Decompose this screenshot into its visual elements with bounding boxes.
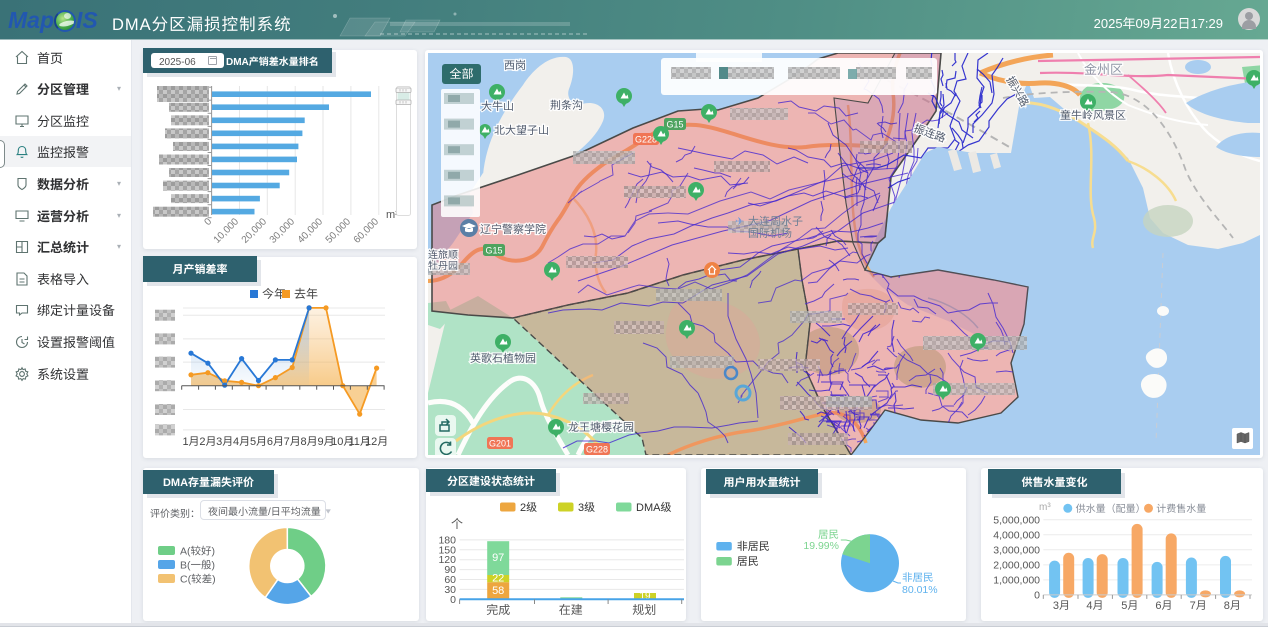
svg-text:8月: 8月 [1224,597,1241,613]
svg-text:1,000,000: 1,000,000 [993,572,1040,587]
svg-text:DMA级: DMA级 [636,499,671,515]
svg-text:2级: 2级 [520,499,537,515]
svg-text:0: 0 [1034,587,1040,602]
svg-text:10,000: 10,000 [209,213,242,246]
svg-text:50,000: 50,000 [321,213,354,246]
svg-text:去年: 去年 [294,285,318,302]
svg-text:4月: 4月 [1086,597,1103,613]
svg-text:规划: 规划 [632,601,656,618]
svg-text:G15: G15 [666,118,683,131]
svg-text:英歌石植物园: 英歌石植物园 [470,350,536,366]
svg-text:供水量（配量）: 供水量（配量） [1076,500,1146,515]
svg-text:北大望子山: 北大望子山 [494,122,549,138]
svg-text:在建: 在建 [559,601,583,618]
svg-text:完成: 完成 [486,601,510,618]
svg-text:1月: 1月 [182,433,199,449]
svg-text:A(较好): A(较好) [180,544,215,559]
svg-text:辽宁警察学院: 辽宁警察学院 [480,221,546,237]
svg-text:荆条沟: 荆条沟 [550,97,583,113]
svg-text:连旅顺: 连旅顺 [428,246,458,261]
svg-text:4月: 4月 [233,433,250,449]
svg-text:5月: 5月 [1121,597,1138,613]
svg-text:19.99%: 19.99% [803,538,839,553]
svg-text:7月: 7月 [284,433,301,449]
svg-text:20,000: 20,000 [237,213,270,246]
svg-text:居民: 居民 [737,553,759,569]
svg-text:40,000: 40,000 [293,213,326,246]
svg-text:6月: 6月 [267,433,284,449]
svg-text:5月: 5月 [250,433,267,449]
svg-text:计费售水量: 计费售水量 [1156,500,1206,515]
svg-text:m³: m³ [1039,498,1051,513]
svg-text:5,000,000: 5,000,000 [993,512,1040,527]
svg-text:8月: 8月 [301,433,318,449]
svg-text:6月: 6月 [1155,597,1172,613]
svg-text:80.01%: 80.01% [902,582,938,597]
svg-text:2,000,000: 2,000,000 [993,557,1040,572]
svg-text:4,000,000: 4,000,000 [993,527,1040,542]
svg-text:✈: ✈ [735,213,744,229]
svg-text:12月: 12月 [365,433,388,449]
svg-text:7月: 7月 [1190,597,1207,613]
svg-text:58: 58 [492,582,504,598]
svg-text:G228: G228 [586,443,608,456]
svg-text:国际机场: 国际机场 [748,225,792,241]
svg-text:3,000,000: 3,000,000 [993,542,1040,557]
svg-text:180: 180 [438,532,456,547]
svg-text:2月: 2月 [199,433,216,449]
svg-text:3级: 3级 [578,499,595,515]
svg-text:3月: 3月 [1053,597,1070,613]
svg-text:西岗: 西岗 [504,57,526,73]
svg-text:金州区: 金州区 [1084,59,1123,78]
svg-text:大牛山: 大牛山 [481,98,514,114]
svg-text:C(较差): C(较差) [180,572,216,587]
svg-text:童牛岭风景区: 童牛岭风景区 [1060,107,1126,123]
svg-text:30,000: 30,000 [265,213,298,246]
svg-text:个: 个 [451,515,463,532]
svg-text:G15: G15 [485,244,502,257]
svg-text:60,000: 60,000 [349,213,382,246]
svg-text:97: 97 [492,549,504,565]
svg-text:3月: 3月 [216,433,233,449]
svg-text:非居民: 非居民 [737,538,770,554]
svg-text:龙王塘樱花园: 龙王塘樱花园 [568,419,634,435]
svg-text:B(一般): B(一般) [180,558,215,573]
svg-text:G201: G201 [489,437,511,450]
svg-text:全部: 全部 [449,65,473,82]
